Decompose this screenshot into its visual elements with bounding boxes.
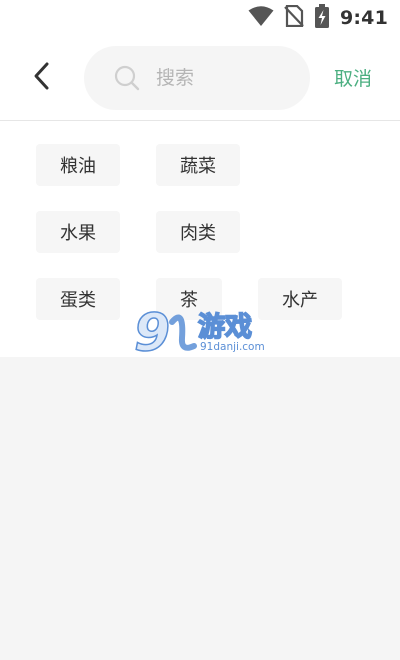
watermark-site: 91danji.com (200, 341, 265, 353)
search-header: 取消 (0, 44, 400, 112)
category-tag-meat[interactable]: 肉类 (156, 211, 240, 253)
status-icons: 9:41 (248, 4, 388, 32)
search-input[interactable] (154, 62, 298, 94)
search-icon (114, 65, 140, 91)
watermark-brand: 游戏 (198, 312, 252, 343)
category-tag-eggs[interactable]: 蛋类 (36, 278, 120, 320)
status-time: 9:41 (339, 7, 388, 29)
back-button[interactable] (22, 58, 62, 98)
chevron-left-icon (32, 61, 52, 95)
watermark-logo: 9 游戏 91danji.com (132, 302, 270, 364)
header-divider (0, 120, 400, 121)
status-bar: 9:41 (0, 0, 400, 36)
cancel-button[interactable]: 取消 (334, 64, 372, 91)
search-box[interactable] (84, 46, 310, 110)
no-sim-icon (284, 4, 304, 31)
category-tag-seafood[interactable]: 水产 (258, 278, 342, 320)
category-tag-grain-oil[interactable]: 粮油 (36, 144, 120, 186)
category-tag-vegetables[interactable]: 蔬菜 (156, 144, 240, 186)
category-tag-fruit[interactable]: 水果 (36, 211, 120, 253)
battery-charging-icon (314, 4, 330, 32)
wifi-icon (248, 5, 274, 31)
watermark-mark: 9 (134, 303, 170, 360)
